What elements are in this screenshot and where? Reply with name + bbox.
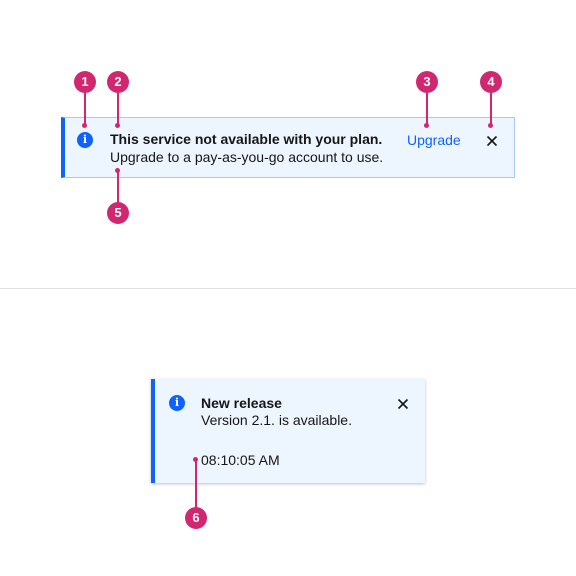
callout-marker-1: 1 xyxy=(74,71,96,93)
notification-subtitle: Upgrade to a pay-as-you-go account to us… xyxy=(110,149,384,165)
callout-4-leader xyxy=(490,93,492,126)
info-icon: i xyxy=(169,395,185,411)
callout-1-anchor xyxy=(82,123,87,128)
callout-marker-5: 5 xyxy=(107,202,129,224)
toast-title: New release xyxy=(201,395,282,411)
callout-6-leader xyxy=(195,460,197,508)
callout-5-anchor xyxy=(115,168,120,173)
inline-notification: i This service not available with your p… xyxy=(61,117,515,178)
toast-timestamp: 08:10:05 AM xyxy=(201,452,280,468)
toast-subtitle: Version 2.1. is available. xyxy=(201,412,352,428)
notification-title: This service not available with your pla… xyxy=(110,131,383,147)
callout-3-leader xyxy=(426,93,428,126)
callout-4-anchor xyxy=(488,123,493,128)
close-icon[interactable] xyxy=(484,133,500,149)
callout-marker-4: 4 xyxy=(480,71,502,93)
callout-2-anchor xyxy=(115,123,120,128)
callout-marker-2: 2 xyxy=(107,71,129,93)
upgrade-action-button[interactable]: Upgrade xyxy=(407,132,461,148)
toast-notification: i New release Version 2.1. is available.… xyxy=(151,379,425,483)
callout-marker-3: 3 xyxy=(416,71,438,93)
section-divider xyxy=(0,288,576,289)
info-icon: i xyxy=(77,132,93,148)
callout-marker-6: 6 xyxy=(185,507,207,529)
callout-5-leader xyxy=(117,171,119,203)
close-icon[interactable] xyxy=(395,396,411,412)
callout-1-leader xyxy=(84,93,86,126)
diagram-canvas: i This service not available with your p… xyxy=(0,0,576,576)
callout-3-anchor xyxy=(424,123,429,128)
callout-2-leader xyxy=(117,93,119,126)
callout-6-anchor xyxy=(193,457,198,462)
